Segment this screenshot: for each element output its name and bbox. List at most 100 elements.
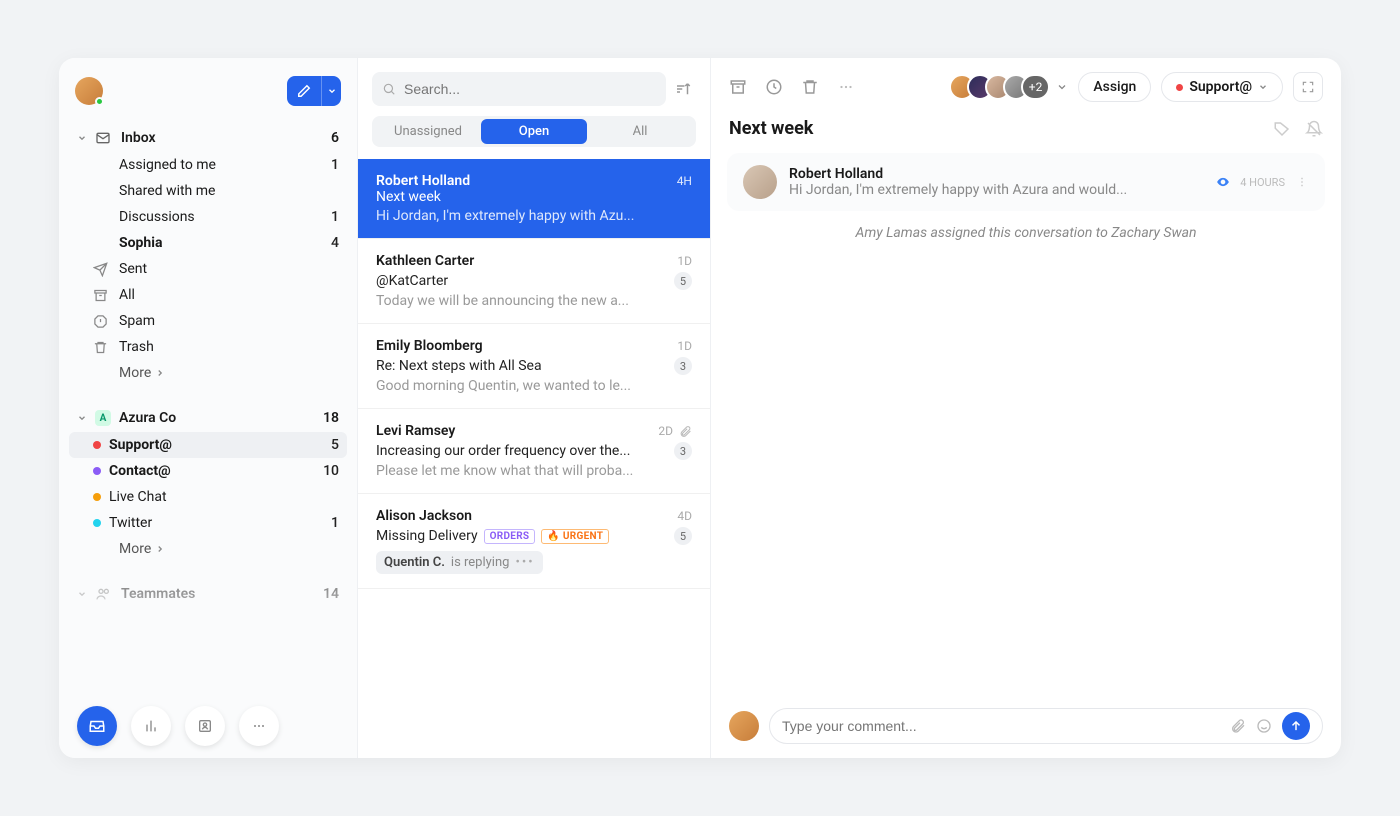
channel-pill[interactable]: Support@ [1161, 72, 1283, 102]
tag-icon [1273, 120, 1291, 138]
read-indicator-icon [1216, 175, 1230, 189]
azura-section-header[interactable]: A Azura Co 18 [69, 404, 347, 432]
chevron-right-icon [155, 368, 165, 378]
more-actions-button[interactable] [837, 78, 855, 96]
compose-button[interactable] [287, 76, 321, 106]
conversation-list: Unassigned Open All Robert Holland 4H Ne… [357, 58, 711, 758]
spam-icon [93, 314, 111, 329]
emoji-icon [1256, 718, 1272, 734]
sort-icon [674, 80, 692, 98]
participants-more-count: +2 [1021, 74, 1051, 100]
nav-all[interactable]: All [69, 282, 347, 308]
comment-input-wrapper[interactable] [769, 708, 1323, 744]
nav-support[interactable]: Support@ 5 [69, 432, 347, 458]
message-card[interactable]: Robert Holland Hi Jordan, I'm extremely … [727, 153, 1325, 211]
inbox-label: Inbox [121, 130, 156, 146]
replying-chip: Quentin C. is replying ••• [376, 551, 543, 574]
nav-discussions[interactable]: Discussions 1 [69, 204, 347, 230]
bottom-contacts-button[interactable] [185, 706, 225, 746]
tag-button[interactable] [1273, 120, 1291, 138]
sender-avatar [743, 165, 777, 199]
nav-twitter[interactable]: Twitter 1 [69, 510, 347, 536]
chevron-down-icon [327, 86, 337, 96]
archive-icon [93, 288, 111, 303]
bottom-analytics-button[interactable] [131, 706, 171, 746]
nav-more-folders[interactable]: More [69, 360, 347, 386]
emoji-button[interactable] [1256, 718, 1272, 734]
teammates-section-header[interactable]: Teammates 14 [69, 580, 347, 608]
nav-trash[interactable]: Trash [69, 334, 347, 360]
expand-icon [1301, 80, 1315, 94]
chevron-down-icon [77, 133, 87, 143]
trash-icon [801, 78, 819, 96]
thread-count-badge: 3 [674, 442, 692, 460]
attachment-icon [679, 425, 692, 438]
attach-button[interactable] [1230, 718, 1246, 734]
system-message: Amy Lamas assigned this conversation to … [711, 211, 1341, 255]
contact-icon [197, 718, 213, 734]
bell-off-icon [1305, 120, 1323, 138]
seg-open[interactable]: Open [481, 119, 587, 144]
nav-sophia[interactable]: Sophia 4 [69, 230, 347, 256]
expand-button[interactable] [1293, 72, 1323, 102]
thread-count-badge: 5 [674, 272, 692, 290]
thread-count-badge: 3 [674, 357, 692, 375]
nav-more-azura[interactable]: More [69, 536, 347, 562]
inbox-icon [95, 130, 113, 146]
inbox-count: 6 [331, 130, 339, 146]
assign-button[interactable]: Assign [1078, 72, 1151, 102]
search-box[interactable] [372, 72, 666, 106]
app-window: Inbox 6 Assigned to me 1 Shared with me … [59, 58, 1341, 758]
participants-stack[interactable]: +2 [949, 74, 1069, 100]
delete-button[interactable] [801, 78, 819, 96]
inbox-section-header[interactable]: Inbox 6 [69, 124, 347, 152]
dot-icon [1176, 84, 1183, 91]
filter-segmented: Unassigned Open All [372, 116, 696, 147]
send-icon [93, 262, 111, 277]
tag-urgent: 🔥 URGENT [541, 529, 609, 544]
azura-badge: A [95, 410, 111, 426]
profile-avatar[interactable] [75, 77, 103, 105]
archive-button[interactable] [729, 78, 747, 96]
nav-contact[interactable]: Contact@ 10 [69, 458, 347, 484]
seg-unassigned[interactable]: Unassigned [375, 119, 481, 144]
paperclip-icon [1230, 718, 1246, 734]
conversation-item[interactable]: Levi Ramsey 2D Increasing our order freq… [358, 409, 710, 494]
dot-icon [93, 493, 101, 501]
message-more-button[interactable] [1295, 175, 1309, 189]
comment-input[interactable] [782, 718, 1230, 734]
nav-shared-with-me[interactable]: Shared with me [69, 178, 347, 204]
conversation-item[interactable]: Emily Bloomberg 1D Re: Next steps with A… [358, 324, 710, 409]
dot-icon [93, 519, 101, 527]
nav-live-chat[interactable]: Live Chat [69, 484, 347, 510]
tag-orders: ORDERS [484, 529, 536, 544]
search-input[interactable] [404, 81, 656, 97]
sort-button[interactable] [674, 80, 696, 98]
dot-icon [93, 467, 101, 475]
ellipsis-icon [251, 718, 267, 734]
presence-dot [95, 97, 104, 106]
nav-sent[interactable]: Sent [69, 256, 347, 282]
snooze-button[interactable] [765, 78, 783, 96]
send-button[interactable] [1282, 712, 1310, 740]
archive-icon [729, 78, 747, 96]
chevron-right-icon [155, 544, 165, 554]
chevron-down-icon [77, 589, 87, 599]
conversation-item[interactable]: Kathleen Carter 1D @KatCarter 5 Today we… [358, 239, 710, 324]
bottom-inbox-button[interactable] [77, 706, 117, 746]
chevron-down-icon [1258, 82, 1268, 92]
compose-more-button[interactable] [321, 76, 341, 106]
nav-assigned-to-me[interactable]: Assigned to me 1 [69, 152, 347, 178]
bottom-more-button[interactable] [239, 706, 279, 746]
clock-icon [765, 78, 783, 96]
nav-spam[interactable]: Spam [69, 308, 347, 334]
conversation-item[interactable]: Alison Jackson 4D Missing Delivery ORDER… [358, 494, 710, 589]
mute-button[interactable] [1305, 120, 1323, 138]
thread-count-badge: 5 [674, 527, 692, 545]
conversation-detail: +2 Assign Support@ Next week [711, 58, 1341, 758]
conversation-item[interactable]: Robert Holland 4H Next week Hi Jordan, I… [358, 159, 710, 239]
sidebar: Inbox 6 Assigned to me 1 Shared with me … [59, 58, 357, 758]
conversation-title: Next week [729, 118, 813, 139]
message-time: 4 HOURS [1240, 176, 1285, 189]
seg-all[interactable]: All [587, 119, 693, 144]
